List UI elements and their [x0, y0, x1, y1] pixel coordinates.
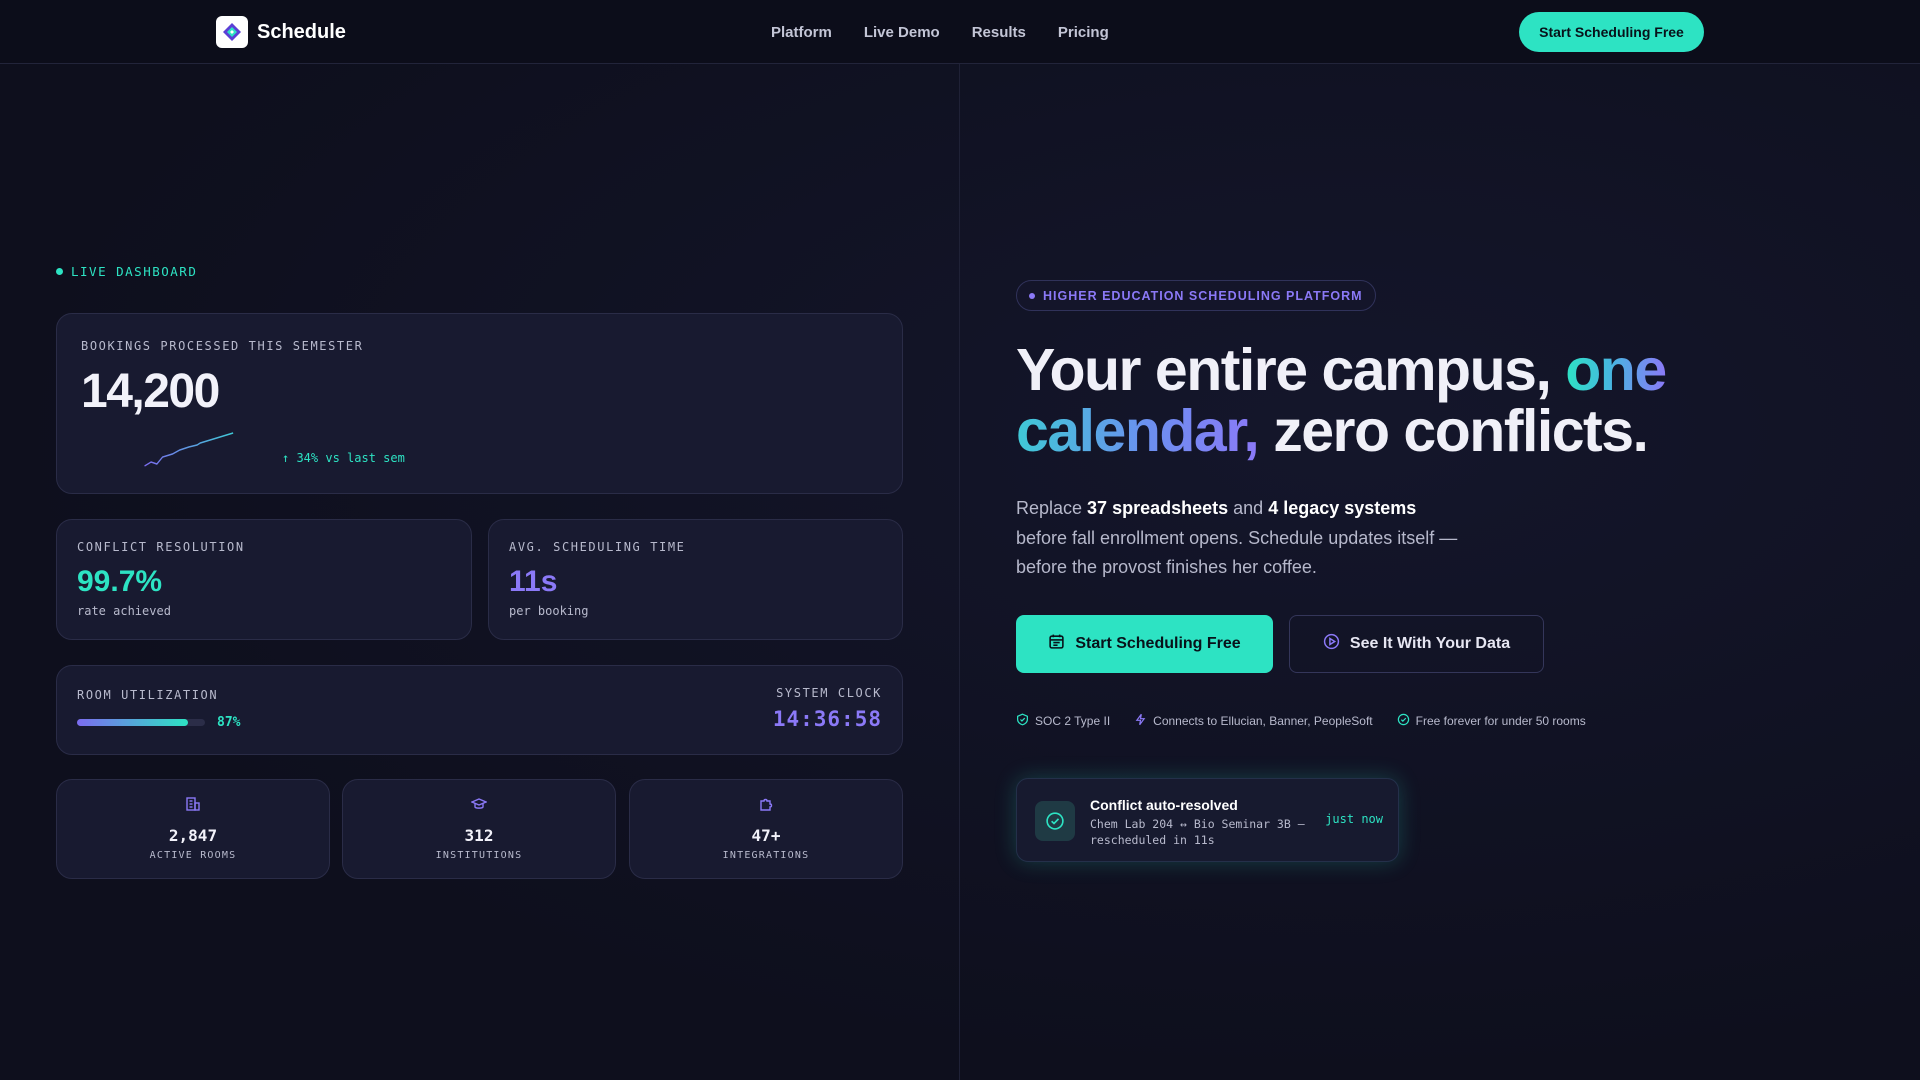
sub-bold-spreadsheets: 37 spreadsheets: [1087, 498, 1229, 518]
badge-free-forever-text: Free forever for under 50 rooms: [1415, 714, 1586, 728]
toast-title: Conflict auto-resolved: [1090, 797, 1238, 813]
pill-dot: [1029, 292, 1035, 299]
sub-text-4: before the provost finishes her coffee.: [1016, 557, 1317, 577]
stat-card-active-rooms: 2,847 ACTIVE ROOMS: [56, 779, 330, 879]
nav-link-live-demo[interactable]: Live Demo: [864, 24, 940, 41]
headline-accent-one: one: [1565, 337, 1667, 403]
check-circle-icon: [1035, 801, 1075, 841]
logo-icon: [216, 16, 248, 48]
integrations-label: INTEGRATIONS: [722, 850, 810, 861]
sub-text-2: and: [1228, 498, 1269, 518]
category-pill: HIGHER EDUCATION SCHEDULING PLATFORM: [1016, 280, 1376, 311]
avg-scheduling-time-card: AVG. SCHEDULING TIME 11s per booking: [488, 519, 903, 640]
live-dashboard-text: LIVE DASHBOARD: [71, 264, 198, 279]
bookings-card: BOOKINGS PROCESSED THIS SEMESTER 14,200 …: [56, 313, 903, 494]
bookings-sparkline: [144, 432, 234, 467]
bookings-trend: ↑ 34% vs last sem: [282, 451, 405, 465]
nav-links: Platform Live Demo Results Pricing: [771, 0, 1109, 64]
headline-part2: zero conflicts.: [1258, 398, 1649, 464]
sub-text-1: Replace: [1016, 498, 1088, 518]
panel-divider: [959, 64, 960, 1080]
nav-link-pricing[interactable]: Pricing: [1058, 24, 1109, 41]
badge-integrations-text: Connects to Ellucian, Banner, PeopleSoft: [1153, 714, 1373, 728]
brand[interactable]: Schedule: [216, 16, 346, 48]
badge-soc2-text: SOC 2 Type II: [1035, 714, 1111, 728]
avg-time-value: 11s: [509, 565, 558, 598]
hero-subtext: Replace 37 spreadsheets and 4 legacy sys…: [1016, 494, 1486, 583]
integrations-value: 47+: [751, 826, 781, 845]
room-utilization-label: ROOM UTILIZATION: [77, 688, 219, 702]
nav-link-results[interactable]: Results: [972, 24, 1026, 41]
badge-soc2: SOC 2 Type II: [1016, 713, 1110, 729]
room-utilization-card: ROOM UTILIZATION 87% SYSTEM CLOCK 14:36:…: [56, 665, 903, 755]
bookings-label: BOOKINGS PROCESSED THIS SEMESTER: [81, 339, 364, 353]
check-circle-icon: [1397, 713, 1410, 729]
room-utilization-bar: [77, 719, 205, 726]
trust-badges: SOC 2 Type II Connects to Ellucian, Bann…: [1016, 713, 1586, 729]
calendar-icon: [1048, 633, 1065, 655]
puzzle-icon: [630, 796, 902, 812]
conflict-resolved-toast: Conflict auto-resolved Chem Lab 204 ↔ Bi…: [1016, 778, 1399, 862]
nav-start-free-button[interactable]: Start Scheduling Free: [1519, 12, 1704, 52]
system-clock-label: SYSTEM CLOCK: [776, 686, 882, 700]
nav-link-platform[interactable]: Platform: [771, 24, 832, 41]
live-indicator-dot: [56, 268, 63, 275]
conflict-sub: rate achieved: [77, 604, 171, 618]
avg-time-sub: per booking: [509, 604, 589, 618]
sub-text-3: before fall enrollment opens. Schedule u…: [1016, 527, 1458, 548]
brand-name: Schedule: [257, 20, 346, 43]
active-rooms-value: 2,847: [168, 826, 218, 845]
toast-body: Chem Lab 204 ↔ Bio Seminar 3B — reschedu…: [1090, 817, 1305, 847]
stat-card-integrations: 47+ INTEGRATIONS: [629, 779, 903, 879]
category-pill-text: HIGHER EDUCATION SCHEDULING PLATFORM: [1043, 288, 1363, 303]
bookings-value: 14,200: [81, 365, 220, 418]
shield-check-icon: [1016, 713, 1029, 729]
lightning-icon: [1134, 713, 1147, 729]
active-rooms-label: ACTIVE ROOMS: [149, 850, 237, 861]
hero-headline: Your entire campus, one calendar, zero co…: [1016, 340, 1736, 462]
see-it-with-your-data-button[interactable]: See It With Your Data: [1289, 615, 1544, 673]
system-clock-value: 14:36:58: [772, 707, 882, 731]
conflict-label: CONFLICT RESOLUTION: [77, 540, 245, 554]
graduation-cap-icon: [343, 796, 615, 812]
start-scheduling-free-button[interactable]: Start Scheduling Free: [1016, 615, 1273, 673]
top-navbar: Schedule Platform Live Demo Results Pric…: [0, 0, 1920, 64]
room-utilization-bar-fill: [77, 719, 189, 726]
avg-time-label: AVG. SCHEDULING TIME: [509, 540, 686, 554]
badge-integrations: Connects to Ellucian, Banner, PeopleSoft: [1134, 713, 1373, 729]
headline-part1: Your entire campus,: [1016, 337, 1566, 403]
institutions-label: INSTITUTIONS: [435, 850, 523, 861]
conflict-resolution-card: CONFLICT RESOLUTION 99.7% rate achieved: [56, 519, 472, 640]
room-utilization-percent: 87%: [217, 715, 241, 730]
toast-time: just now: [1325, 812, 1383, 826]
stat-card-institutions: 312 INSTITUTIONS: [342, 779, 616, 879]
play-circle-icon: [1323, 633, 1340, 655]
conflict-value: 99.7%: [77, 565, 163, 598]
building-icon: [57, 796, 329, 812]
start-scheduling-free-label: Start Scheduling Free: [1075, 635, 1241, 652]
see-it-with-your-data-label: See It With Your Data: [1349, 635, 1511, 652]
live-dashboard-label: LIVE DASHBOARD: [56, 264, 197, 279]
headline-accent-calendar: calendar,: [1016, 398, 1260, 464]
sub-bold-legacy-systems: 4 legacy systems: [1268, 498, 1417, 518]
institutions-value: 312: [464, 826, 494, 845]
badge-free-forever: Free forever for under 50 rooms: [1397, 713, 1586, 729]
